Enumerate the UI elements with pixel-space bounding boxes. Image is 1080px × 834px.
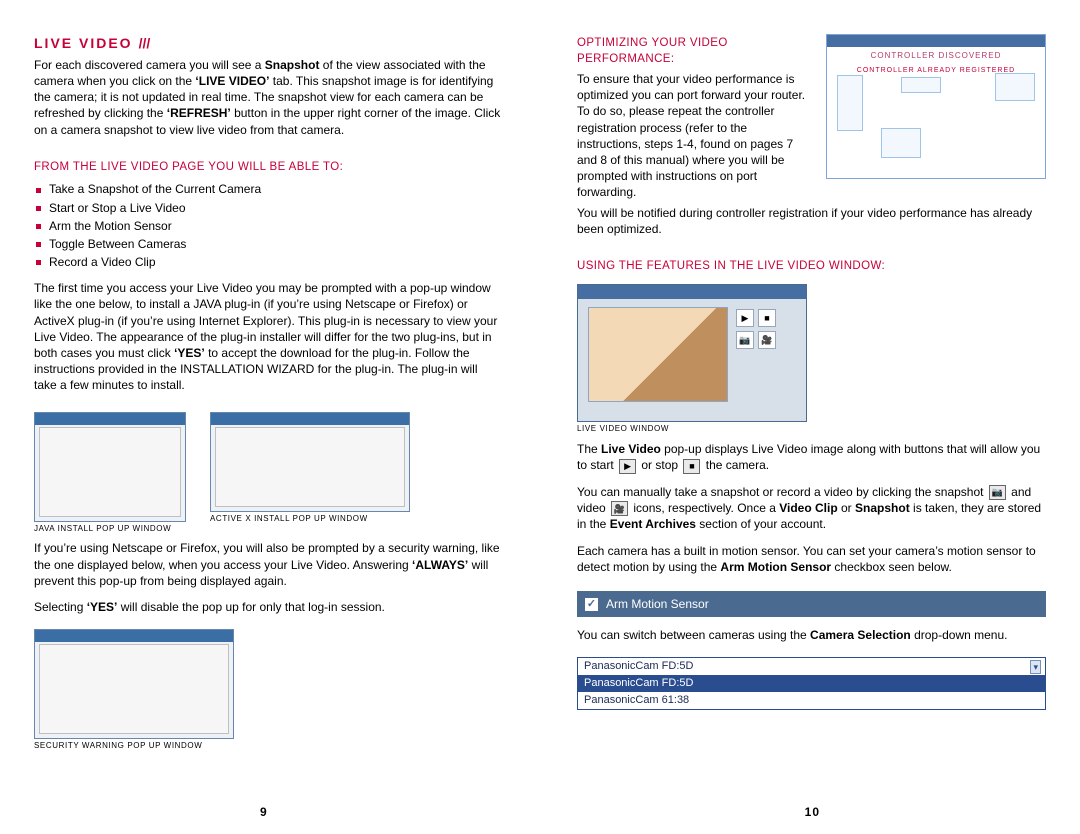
- snapshot-paragraph: You can manually take a snapshot or reco…: [577, 484, 1046, 533]
- camera-selection-paragraph: You can switch between cameras using the…: [577, 627, 1046, 643]
- subheading-features-window: USING THE FEATURES IN THE LIVE VIDEO WIN…: [577, 259, 1046, 275]
- security-caption: SECURITY WARNING POP UP WINDOW: [34, 741, 503, 752]
- camera-icon: 📷: [989, 485, 1006, 500]
- security-popup-image: [34, 629, 234, 739]
- list-item: Record a Video Clip: [36, 254, 503, 270]
- warning-paragraph: If you’re using Netscape or Firefox, you…: [34, 540, 503, 589]
- snap-text-2b: icons, respectively. Once a Video Clip o…: [577, 501, 1041, 531]
- video-icon: 🎥: [611, 501, 628, 516]
- subheading-features: FROM THE LIVE VIDEO PAGE YOU WILL BE ABL…: [34, 160, 503, 176]
- java-popup-image: [34, 412, 186, 522]
- stop-icon: ■: [683, 459, 700, 474]
- section-title: LIVE VIDEO ///: [34, 34, 150, 53]
- stop-icon: ■: [758, 309, 776, 327]
- page-number-right: 10: [805, 804, 820, 820]
- list-item: Start or Stop a Live Video: [36, 200, 503, 216]
- lv-text-end: the camera.: [706, 458, 769, 472]
- video-icon: 🎥: [758, 331, 776, 349]
- chevron-down-icon: ▾: [1030, 660, 1041, 674]
- dropdown-option[interactable]: PanasonicCam 61:38: [578, 692, 1045, 709]
- page-left: LIVE VIDEO /// For each discovered camer…: [34, 34, 503, 814]
- checkbox-icon: ✓: [585, 598, 598, 611]
- list-item: Take a Snapshot of the Current Camera: [36, 181, 503, 197]
- live-video-caption: LIVE VIDEO WINDOW: [577, 424, 1046, 435]
- camera-selection-dropdown[interactable]: PanasonicCam FD:5D ▾ PanasonicCam FD:5D …: [577, 657, 1046, 710]
- snap-text-1: You can manually take a snapshot or reco…: [577, 485, 983, 499]
- arm-motion-sensor-checkbox[interactable]: ✓ Arm Motion Sensor: [577, 591, 1046, 617]
- list-item: Toggle Between Cameras: [36, 236, 503, 252]
- plugin-paragraph: The first time you access your Live Vide…: [34, 280, 503, 393]
- dropdown-option[interactable]: PanasonicCam FD:5D: [578, 675, 1045, 692]
- activex-popup-image: [210, 412, 410, 512]
- router-registration-image: CONTROLLER DISCOVERED CONTROLLER ALREADY…: [826, 34, 1046, 179]
- camera-icon: 📷: [736, 331, 754, 349]
- title-slashes: ///: [139, 34, 151, 53]
- page-right: OPTIMIZING YOUR VIDEO PERFORMANCE: To en…: [577, 34, 1046, 814]
- motion-paragraph: Each camera has a built in motion sensor…: [577, 543, 1046, 575]
- snap-and: and: [1011, 485, 1031, 499]
- live-video-window-image: ▶ ■ 📷 🎥: [577, 284, 807, 422]
- arm-motion-label: Arm Motion Sensor: [606, 596, 709, 612]
- intro-paragraph: For each discovered camera you will see …: [34, 57, 503, 138]
- java-caption: JAVA INSTALL POP UP WINDOW: [34, 524, 186, 535]
- router-msg-1: CONTROLLER DISCOVERED: [827, 51, 1045, 62]
- dropdown-selected: PanasonicCam FD:5D: [584, 659, 693, 674]
- page-number-left: 9: [260, 804, 268, 820]
- subheading-optimize: OPTIMIZING YOUR VIDEO PERFORMANCE:: [577, 36, 812, 67]
- play-icon: ▶: [736, 309, 754, 327]
- section-title-text: LIVE VIDEO: [34, 34, 133, 53]
- popup-image-row: JAVA INSTALL POP UP WINDOW ACTIVE X INST…: [34, 412, 503, 541]
- play-icon: ▶: [619, 459, 636, 474]
- optimize-paragraph-1: To ensure that your video performance is…: [577, 71, 812, 201]
- manual-spread: LIVE VIDEO /// For each discovered camer…: [0, 0, 1080, 834]
- snap-text-2a: video: [577, 501, 606, 515]
- optimize-paragraph-2: You will be notified during controller r…: [577, 205, 1046, 237]
- live-video-paragraph: The Live Video pop-up displays Live Vide…: [577, 441, 1046, 474]
- yes-paragraph: Selecting ‘YES’ will disable the pop up …: [34, 599, 503, 615]
- activex-caption: ACTIVE X INSTALL POP UP WINDOW: [210, 514, 410, 525]
- list-item: Arm the Motion Sensor: [36, 218, 503, 234]
- lv-text-mid: or stop: [641, 458, 678, 472]
- feature-list: Take a Snapshot of the Current Camera St…: [34, 181, 503, 272]
